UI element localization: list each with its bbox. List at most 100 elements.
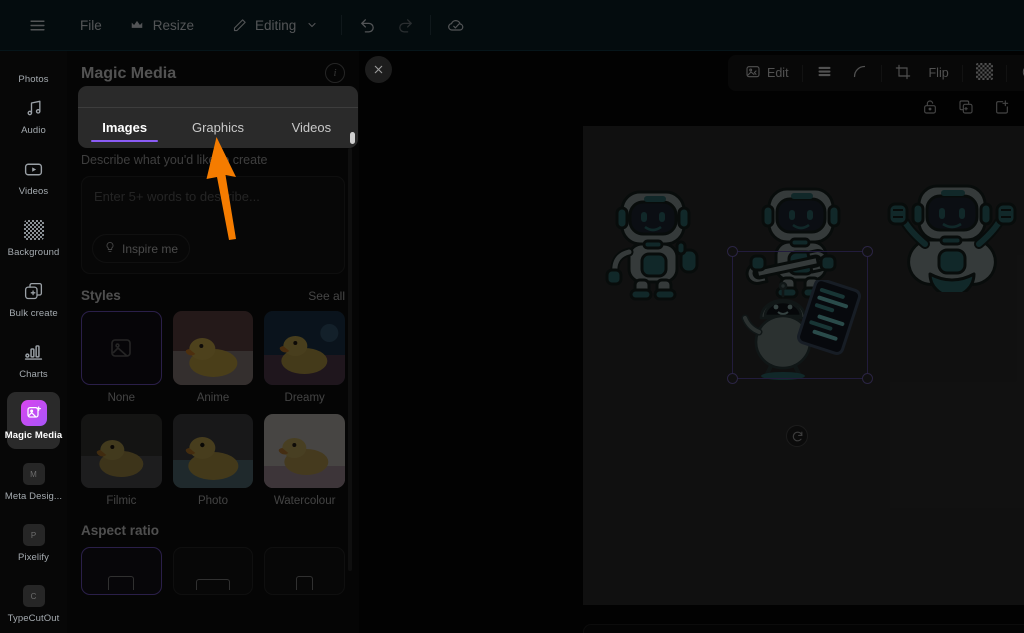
aspect-ratio-portrait[interactable]	[264, 547, 345, 595]
rotate-handle[interactable]	[786, 425, 808, 447]
element-toolbar[interactable]: Edit Flip	[728, 55, 1024, 91]
corner-radius-button[interactable]	[842, 59, 877, 87]
adjust-lines-icon	[816, 63, 833, 83]
typecutout-icon: C	[21, 583, 47, 609]
toolbar-divider-3	[961, 64, 963, 82]
close-panel-button[interactable]	[365, 56, 392, 83]
styles-header: Styles See all	[81, 288, 345, 303]
adjust-button[interactable]	[807, 59, 842, 87]
edit-image-button[interactable]: Edit	[736, 59, 798, 87]
sidebar-item-label: Magic Media	[4, 430, 63, 441]
aspect-ratio-square[interactable]	[81, 547, 162, 595]
sidebar-item-label: Charts	[19, 369, 48, 380]
style-option-none[interactable]: None	[81, 311, 162, 404]
style-label: Dreamy	[284, 392, 325, 404]
canvas-area[interactable]: Edit Flip	[359, 51, 1024, 633]
tab-list: Images Graphics Videos	[78, 107, 358, 148]
style-option-filmic[interactable]: Filmic	[81, 414, 162, 507]
tab-videos[interactable]: Videos	[265, 107, 358, 148]
styles-grid: None Anime Dreamy Filmic Photo Watercolo…	[81, 311, 345, 507]
sidebar-item-charts[interactable]: Charts	[0, 329, 67, 390]
animate-button[interactable]: Ani	[1011, 59, 1024, 87]
transparency-button[interactable]	[967, 59, 1002, 87]
file-label: File	[80, 17, 102, 33]
sidebar-item-label: TypeCutOut	[7, 613, 60, 624]
edit-label: Edit	[767, 66, 789, 80]
editing-mode-button[interactable]: Editing	[220, 8, 331, 42]
sidebar-item-label: Meta Desig...	[4, 491, 63, 502]
lock-page-button[interactable]	[920, 97, 940, 117]
panel-body: Describe what you'd like to create Enter…	[67, 153, 359, 595]
duplicate-icon	[959, 100, 973, 114]
resize-label: Resize	[152, 17, 195, 33]
sidebar-item-typecutout[interactable]: C TypeCutOut	[0, 573, 67, 633]
menu-button[interactable]	[18, 8, 56, 42]
sidebar-item-videos[interactable]: Videos	[0, 146, 67, 207]
robot-thumbs-up[interactable]	[589, 186, 719, 301]
sidebar-item-meta-design[interactable]: M Meta Desig...	[0, 451, 67, 512]
cloud-save-button[interactable]	[437, 8, 475, 42]
toolbar-divider	[341, 15, 343, 35]
styles-see-all-link[interactable]: See all	[308, 289, 345, 303]
redo-icon	[396, 16, 414, 34]
tab-graphics[interactable]: Graphics	[171, 107, 264, 148]
style-option-photo[interactable]: Photo	[172, 414, 254, 507]
tab-label: Graphics	[191, 120, 244, 135]
style-option-anime[interactable]: Anime	[172, 311, 254, 404]
sidebar-item-label: Pixelify	[18, 552, 49, 563]
sidebar-item-magic-media[interactable]: Magic Media	[0, 390, 67, 451]
style-label: None	[107, 392, 136, 404]
sidebar-item-photos[interactable]: Photos	[0, 51, 67, 85]
style-thumbnail	[264, 311, 345, 385]
resize-button[interactable]: Resize	[118, 8, 204, 42]
aspect-ratio-landscape[interactable]	[172, 547, 254, 595]
bulk-create-icon	[21, 278, 47, 304]
redo-button[interactable]	[386, 8, 424, 42]
resize-handle-top-left[interactable]	[727, 246, 738, 257]
file-menu-button[interactable]: File	[70, 8, 112, 42]
crop-button[interactable]	[886, 59, 920, 87]
inspire-me-button[interactable]: Inspire me	[92, 234, 191, 263]
landscape-ratio-shape	[195, 579, 230, 590]
style-thumbnail	[81, 414, 162, 488]
duplicate-page-button[interactable]	[956, 97, 976, 117]
next-page-placeholder[interactable]	[583, 624, 1024, 633]
prompt-placeholder: Enter 5+ words to describe...	[94, 189, 260, 204]
selection-box[interactable]	[727, 246, 873, 384]
aspect-ratio-grid	[81, 547, 345, 595]
charts-bar-icon	[21, 339, 47, 365]
tab-scroll-indicator[interactable]	[350, 132, 355, 144]
prompt-label: Describe what you'd like to create	[81, 153, 268, 167]
resize-handle-bottom-left[interactable]	[727, 373, 738, 384]
resize-handle-bottom-right[interactable]	[862, 373, 873, 384]
sidebar-item-label: Bulk create	[9, 308, 58, 319]
sidebar-item-background[interactable]: Background	[0, 207, 67, 268]
top-bar: File Resize Editing	[0, 0, 1024, 51]
sidebar-item-bulk-create[interactable]: Bulk create	[0, 268, 67, 329]
crown-icon	[128, 16, 146, 34]
prompt-input[interactable]: Enter 5+ words to describe... Inspire me	[81, 176, 345, 274]
style-option-dreamy[interactable]: Dreamy	[264, 311, 345, 404]
sidebar-item-pixelify[interactable]: P Pixelify	[0, 512, 67, 573]
sidebar-item-audio[interactable]: Audio	[0, 85, 67, 146]
corner-radius-icon	[851, 63, 868, 83]
panel-scrollbar[interactable]	[348, 148, 352, 571]
square-ratio-shape	[108, 576, 135, 590]
resize-handle-top-right[interactable]	[862, 246, 873, 257]
page-title: Magic Media	[81, 65, 177, 82]
add-page-button[interactable]	[992, 97, 1012, 117]
tab-images[interactable]: Images	[78, 107, 171, 148]
info-icon[interactable]: i	[325, 63, 345, 83]
close-icon	[374, 65, 383, 74]
style-thumbnail	[172, 311, 254, 385]
undo-button[interactable]	[348, 8, 386, 42]
transparency-checker-icon	[975, 63, 993, 83]
style-thumbnail	[81, 311, 162, 385]
robot-arms-raised[interactable]	[875, 182, 1024, 292]
flip-button[interactable]: Flip	[920, 59, 958, 87]
toolbar-divider	[801, 64, 803, 82]
style-option-watercolour[interactable]: Watercolour	[264, 414, 345, 507]
sidebar-item-label: Videos	[18, 186, 49, 197]
audio-note-icon	[21, 95, 47, 121]
image-edit-icon	[745, 64, 761, 83]
